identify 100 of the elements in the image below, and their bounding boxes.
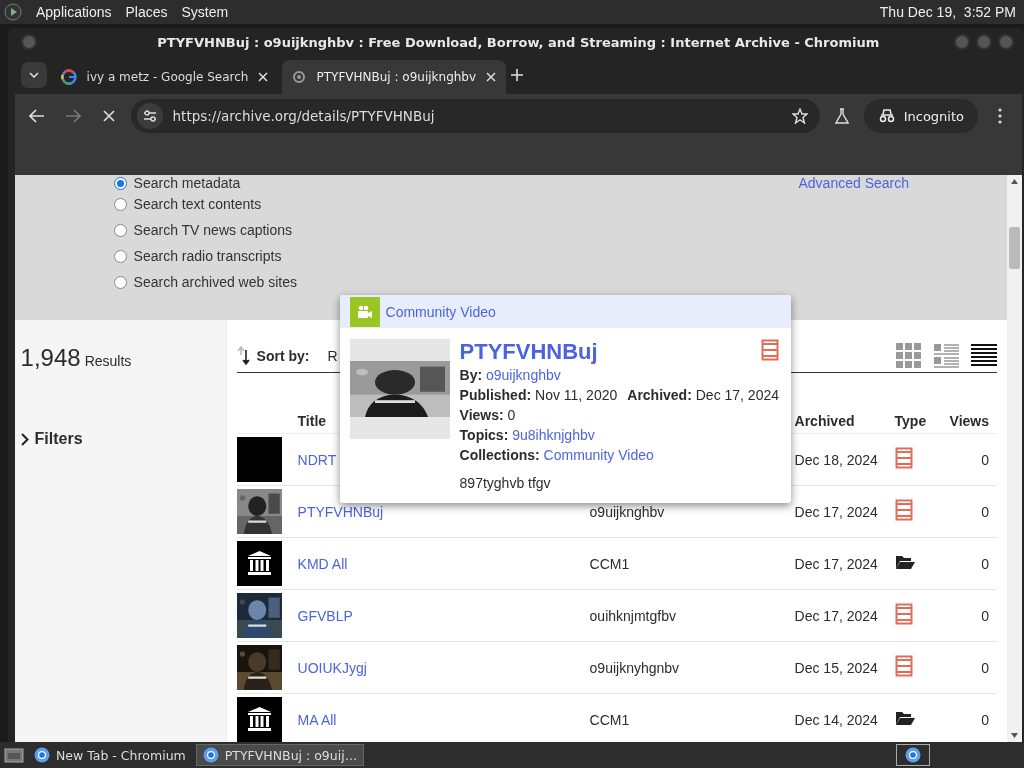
browser-tab[interactable]: ivy a metz - Google Search [50,60,279,94]
results-count: 1,948 [20,344,81,372]
flask-icon[interactable] [834,108,849,124]
chevron-icon [28,72,39,78]
radio-button[interactable] [113,249,127,263]
field-label: Collections: [459,447,540,463]
item-title-link[interactable]: KMD All [297,555,590,572]
item-description: 897tyghvb tfgv [459,475,552,491]
views-cell-text: 0 [980,607,990,624]
field-label: Archived: [627,387,692,403]
search-option[interactable]: Search archived web sites [113,269,799,295]
panel-menu[interactable]: System [181,4,229,20]
tab-search-button[interactable] [20,62,47,88]
archived-date-cell-text: Dec 18, 2024 [794,451,879,468]
field-value: Nov 11, 2020 [535,387,618,403]
window-title: PTYFVHNBuj : o9uijknghbv : Free Download, Borrow, and Streaming : Internet Archive - Chromium [157,34,880,50]
film-icon [894,499,913,521]
film-icon [760,339,779,361]
panel-menu[interactable]: Applications [36,4,112,20]
stop-icon[interactable] [102,110,115,122]
close-icon[interactable] [486,72,497,82]
archived-date-cell-text: Dec 17, 2024 [794,555,879,572]
film-icon [894,447,913,469]
menu-logo-icon[interactable] [4,3,22,21]
radio-button[interactable] [113,275,127,289]
show-desktop-icon[interactable] [4,746,24,764]
creator-cell-text: ouihknjmtgfbv [589,607,677,624]
columns-icon[interactable] [236,541,282,586]
archived-date-cell-text: Dec 17, 2024 [794,607,879,624]
field-value: 0 [507,407,516,423]
creator-cell-text: o9uijknghbv [589,503,666,520]
field-label: By: [459,367,483,383]
column-header[interactable]: Type [894,413,950,429]
radio-button[interactable] [113,197,127,211]
filters-toggle[interactable]: Filters [20,430,226,448]
grid-view-icon[interactable] [895,342,921,368]
column-header[interactable]: Archived [794,413,895,429]
item-title-link[interactable]: UOIUKJygj [297,659,590,676]
browser-tab[interactable]: PTYFVHNBuj : o9uijknghbv [282,60,507,94]
sort-label: Sort by: [256,348,310,364]
sort-direction-icon[interactable] [236,346,251,366]
incognito-button[interactable]: Incognito [863,99,978,133]
back-icon[interactable] [28,109,45,123]
film-icon [894,655,913,677]
search-option[interactable]: Search radio transcripts [113,243,799,269]
radio-button[interactable] [113,223,127,237]
views-cell-text: 0 [980,555,990,572]
clock[interactable]: Thu Dec 19, 3:52 PM [879,4,1016,20]
columns-icon[interactable] [236,697,282,742]
close-icon[interactable] [258,72,269,82]
views-cell-text: 0 [980,659,990,676]
folder-icon [894,710,915,726]
star-icon[interactable] [791,108,808,124]
field-label: Views: [459,407,504,423]
menu-icon[interactable] [998,108,1002,124]
incognito-icon [877,109,896,123]
creator-cell-text: CCM1 [589,555,631,572]
item-title-link[interactable]: GFVBLP [297,607,590,624]
radio-button[interactable] [113,176,127,190]
views-cell-text: 0 [980,711,990,728]
field-link[interactable]: 9u8ihknjghbv [512,427,595,443]
site-settings-icon[interactable] [142,110,157,122]
folder-icon [894,554,915,570]
search-option[interactable]: Search TV news captions [113,217,799,243]
tray-button[interactable] [896,744,930,766]
creator-cell-text: o9uijknyhgnbv [589,659,681,676]
thumbnail[interactable] [236,437,282,482]
scrollbar[interactable] [1007,175,1022,742]
advanced-search-link[interactable]: Advanced Search [798,175,909,191]
field-link[interactable]: Community Video [543,447,654,463]
field-label: Published: [459,387,532,403]
views-cell-text: 0 [980,503,990,520]
views-cell-text: 0 [980,451,990,468]
creator-cell-text: CCM1 [589,711,631,728]
column-header[interactable]: Views [949,413,997,429]
taskbar-item[interactable]: New Tab - Chromium [28,744,192,766]
browser-icon [202,747,219,763]
search-option[interactable]: Search text contents [113,191,799,217]
video-camera-icon [356,304,373,319]
item-title[interactable]: PTYFVHNBuj [459,339,780,365]
chevron-icon [20,432,29,446]
compact-view-icon[interactable] [971,342,997,368]
item-title-link[interactable]: PTYFVHNBuj [297,503,590,520]
film-icon [894,603,913,625]
results-label: Results [84,353,132,369]
new-tab-icon[interactable] [510,68,525,82]
item-title-link[interactable]: MA All [297,711,590,728]
google-icon [60,69,77,85]
browser-icon [34,747,50,763]
search-option[interactable]: Search metadata [113,175,799,191]
collection-link[interactable]: Community Video [385,303,496,320]
list-view-icon[interactable] [933,342,959,368]
address-bar[interactable]: https://archive.org/details/PTYFVHNBuj [130,99,820,133]
taskbar-item[interactable]: PTYFVHNBuj : o9uij… [195,744,365,766]
panel-menu[interactable]: Places [125,4,168,20]
archived-date-cell-text: Dec 17, 2024 [794,503,879,520]
field-link[interactable]: o9uijknghbv [486,367,561,383]
sort-option[interactable]: R [327,348,338,364]
browser-icon [905,747,921,763]
archived-date-cell-text: Dec 14, 2024 [794,711,879,728]
